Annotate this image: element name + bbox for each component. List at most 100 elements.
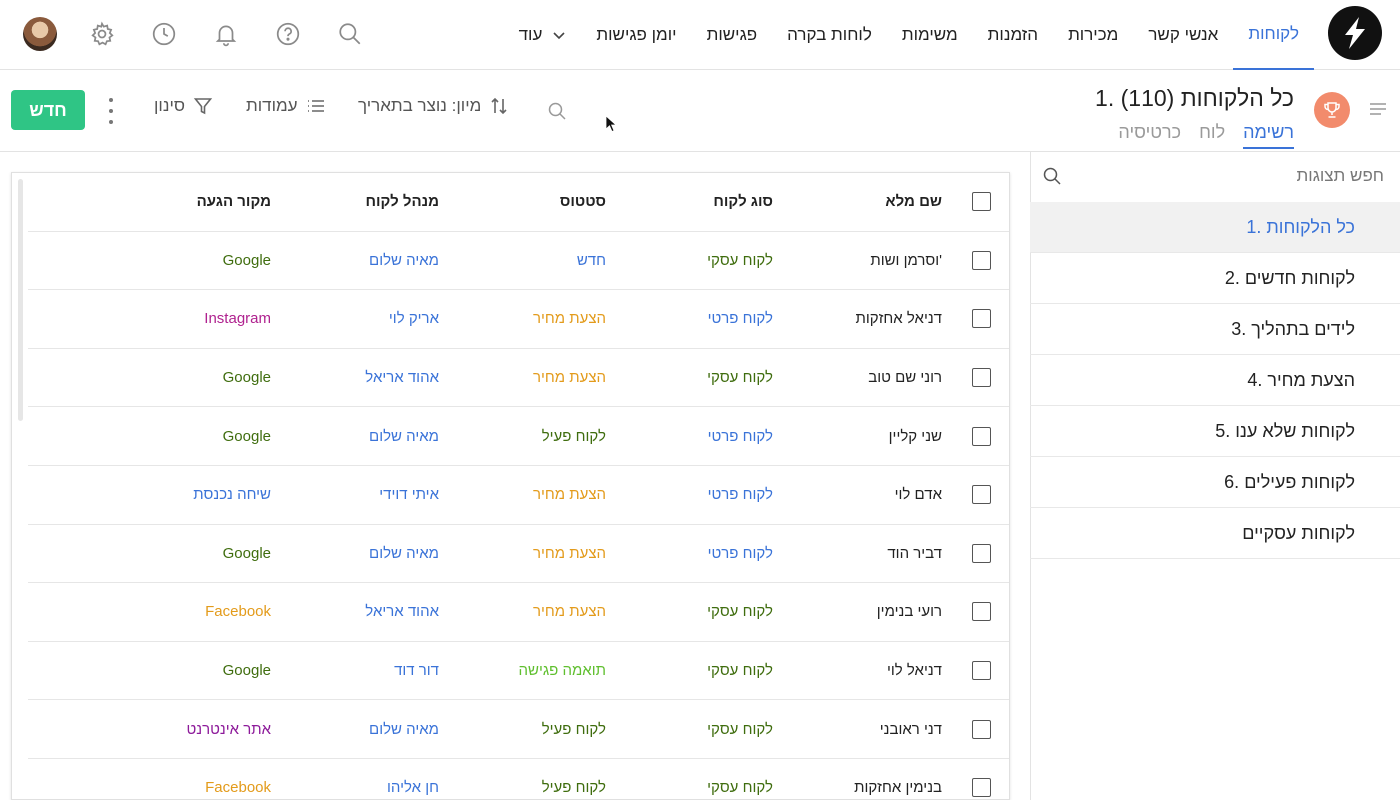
table-header-row: שם מלא סוג לקוח סטטוס מנהל לקוח מקור הגע… bbox=[28, 173, 1009, 232]
row-select-cell bbox=[970, 642, 992, 700]
row-checkbox[interactable] bbox=[971, 543, 991, 563]
row-select-cell bbox=[970, 349, 992, 407]
row-checkbox[interactable] bbox=[971, 485, 991, 505]
cell-name[interactable]: דביר הוד bbox=[792, 525, 942, 583]
views-search-input[interactable] bbox=[1084, 162, 1384, 190]
cell-status: תואמה פגישה bbox=[518, 662, 606, 680]
table-row[interactable]: דביר הוד לקוח פרטי הצעת מחיר מאיה שלום Googl… bbox=[28, 525, 1009, 584]
table-row[interactable]: דני ראובני לקוח עסקי לקוח פעיל מאיה שלום אתר… bbox=[28, 700, 1009, 759]
row-select-cell bbox=[970, 525, 992, 583]
table-row[interactable]: רועי בנימין לקוח עסקי הצעת מחיר אהוד אריאל F… bbox=[28, 583, 1009, 642]
trophy-icon[interactable] bbox=[1314, 92, 1350, 128]
nav-item-contacts[interactable]: אנשי קשר bbox=[1133, 0, 1233, 70]
row-checkbox[interactable] bbox=[971, 719, 991, 739]
cell-name[interactable]: דניאל אחזקות bbox=[792, 290, 942, 348]
table-row[interactable]: וסרמן ושות' לקוח עסקי חדש מאיה שלום Google bbox=[28, 232, 1009, 291]
sidebar-item-business[interactable]: לקוחות עסקיים bbox=[1030, 508, 1400, 559]
settings-icon[interactable] bbox=[82, 14, 122, 54]
row-checkbox[interactable] bbox=[971, 309, 991, 329]
sidebar-item-no-answer[interactable]: 5. לקוחות שלא ענו bbox=[1030, 406, 1400, 457]
user-avatar[interactable] bbox=[20, 14, 60, 54]
cell-name[interactable]: רועי בנימין bbox=[792, 583, 942, 641]
cell-name[interactable]: בנימין אחזקות bbox=[792, 759, 942, 799]
help-icon[interactable] bbox=[268, 14, 308, 54]
row-checkbox[interactable] bbox=[971, 368, 991, 388]
cell-manager: מאיה שלום bbox=[369, 251, 439, 269]
cell-source: Google bbox=[222, 427, 271, 445]
nav-item-calendar[interactable]: יומן פגישות bbox=[581, 0, 691, 70]
cell-status: הצעת מחיר bbox=[532, 369, 606, 387]
nav-item-orders[interactable]: הזמנות bbox=[973, 0, 1053, 70]
header-type[interactable]: סוג לקוח bbox=[643, 173, 773, 231]
header-status[interactable]: סטטוס bbox=[456, 173, 606, 231]
new-button[interactable]: חדש bbox=[11, 90, 85, 130]
row-select-cell bbox=[970, 407, 992, 465]
row-checkbox[interactable] bbox=[971, 661, 991, 681]
search-icon[interactable] bbox=[330, 14, 370, 54]
sort-button[interactable]: מיון: נוצר בתאריך bbox=[358, 96, 509, 116]
cell-source: Instagram bbox=[204, 310, 271, 328]
table-row[interactable]: דניאל לוי לקוח עסקי תואמה פגישה דור דוד Goog… bbox=[28, 642, 1009, 701]
row-select-cell bbox=[970, 759, 992, 799]
table-row[interactable]: בנימין אחזקות לקוח עסקי לקוח פעיל חן אליהו F… bbox=[28, 759, 1009, 799]
nav-item-dashboards[interactable]: לוחות בקרה bbox=[772, 0, 887, 70]
row-select-cell bbox=[970, 290, 992, 348]
scrollbar-thumb[interactable] bbox=[18, 179, 23, 421]
tab-board[interactable]: לוח bbox=[1199, 122, 1225, 149]
search-icon[interactable] bbox=[1042, 166, 1062, 186]
nav-item-tasks[interactable]: משימות bbox=[887, 0, 973, 70]
cell-name[interactable]: וסרמן ושות' bbox=[792, 232, 942, 290]
cell-status: הצעת מחיר bbox=[532, 310, 606, 328]
table-row[interactable]: דניאל אחזקות לקוח פרטי הצעת מחיר אריק לוי In… bbox=[28, 290, 1009, 349]
filter-icon bbox=[193, 98, 213, 115]
cell-name[interactable]: שני קליין bbox=[792, 407, 942, 465]
cell-manager: דור דוד bbox=[394, 662, 439, 680]
row-checkbox[interactable] bbox=[971, 602, 991, 622]
cell-manager: חן אליהו bbox=[386, 779, 439, 797]
table-row[interactable]: רוני שם טוב לקוח עסקי הצעת מחיר אהוד אריאל G… bbox=[28, 349, 1009, 408]
cell-status: הצעת מחיר bbox=[532, 486, 606, 504]
kebab-icon[interactable] bbox=[104, 98, 118, 124]
mouse-cursor-icon bbox=[605, 115, 617, 133]
cell-name[interactable]: רוני שם טוב bbox=[792, 349, 942, 407]
sidebar-item-new-customers[interactable]: 2. לקוחות חדשים bbox=[1030, 253, 1400, 304]
nav-more-menu[interactable]: עוד bbox=[504, 0, 582, 70]
select-all-checkbox[interactable] bbox=[971, 192, 991, 212]
row-select-cell bbox=[970, 700, 992, 758]
row-checkbox[interactable] bbox=[971, 250, 991, 270]
header-manager[interactable]: מנהל לקוח bbox=[289, 173, 439, 231]
columns-button[interactable]: עמודות bbox=[246, 96, 326, 116]
cell-name[interactable]: דני ראובני bbox=[792, 700, 942, 758]
nav-more-label: עוד bbox=[518, 25, 543, 44]
cell-name[interactable]: אדם לוי bbox=[792, 466, 942, 524]
nav-item-meetings[interactable]: פגישות bbox=[692, 0, 773, 70]
table-row[interactable]: אדם לוי לקוח פרטי הצעת מחיר איתי דוידי שיחה … bbox=[28, 466, 1009, 525]
logo-icon[interactable] bbox=[1328, 6, 1382, 60]
row-checkbox[interactable] bbox=[971, 426, 991, 446]
cell-type: לקוח פרטי bbox=[707, 544, 773, 562]
row-checkbox[interactable] bbox=[971, 778, 991, 798]
row-select-cell bbox=[970, 232, 992, 290]
sidebar-item-active[interactable]: 6. לקוחות פעילים bbox=[1030, 457, 1400, 508]
sidebar-item-leads[interactable]: 3. לידים בתהליך bbox=[1030, 304, 1400, 355]
filter-label: סינון bbox=[154, 96, 186, 115]
hamburger-icon[interactable] bbox=[1370, 102, 1386, 116]
nav-item-sales[interactable]: מכירות bbox=[1053, 0, 1133, 70]
header-source[interactable]: מקור הגעה bbox=[51, 173, 271, 231]
cell-name[interactable]: דניאל לוי bbox=[792, 642, 942, 700]
table-row[interactable]: שני קליין לקוח פרטי לקוח פעיל מאיה שלום Goog… bbox=[28, 407, 1009, 466]
cell-source: שיחה נכנסת bbox=[193, 486, 271, 504]
filter-button[interactable]: סינון bbox=[154, 96, 213, 116]
cell-status: הצעת מחיר bbox=[532, 603, 606, 621]
history-icon[interactable] bbox=[144, 14, 184, 54]
cell-type: לקוח פרטי bbox=[707, 310, 773, 328]
header-name[interactable]: שם מלא bbox=[792, 173, 942, 231]
bell-icon[interactable] bbox=[206, 14, 246, 54]
sidebar-item-all-customers[interactable]: 1. כל הלקוחות bbox=[1030, 202, 1400, 253]
tab-list[interactable]: רשימה bbox=[1243, 122, 1294, 149]
cell-type: לקוח עסקי bbox=[707, 369, 773, 387]
nav-item-customers[interactable]: לקוחות bbox=[1233, 0, 1314, 70]
tab-card[interactable]: כרטיסיה bbox=[1118, 122, 1181, 149]
sidebar-item-quote[interactable]: 4. הצעת מחיר bbox=[1030, 355, 1400, 406]
search-icon[interactable] bbox=[546, 100, 568, 122]
